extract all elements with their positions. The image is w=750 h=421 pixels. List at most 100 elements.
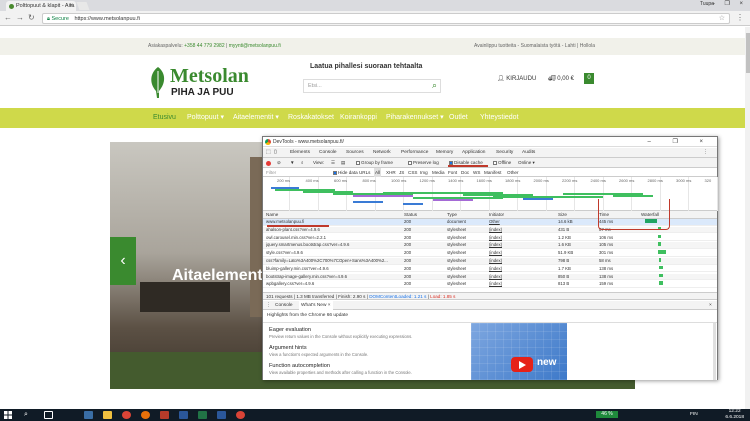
cart-link[interactable]: 🚚︎ 0,00 € [548, 75, 574, 82]
filter-icon[interactable]: ▼ [290, 158, 295, 168]
task-view-icon[interactable] [44, 411, 53, 419]
page-scrollbar-thumb[interactable] [745, 33, 750, 73]
drawer-close-icon[interactable]: × [709, 301, 712, 310]
request-initiator[interactable]: (index) [489, 281, 502, 288]
reload-icon[interactable]: ↻ [28, 13, 35, 22]
drawer-tab-whats-new[interactable]: What's New × [299, 301, 333, 310]
filter-type-css[interactable]: CSS [408, 168, 417, 177]
windows-start-icon[interactable] [4, 411, 12, 419]
clock[interactable]: 12:22 6.6.2018 [725, 409, 744, 421]
window-controls[interactable]: – ❐ × [711, 0, 747, 7]
search-icon[interactable]: ⌕ [432, 80, 437, 91]
network-request-row[interactable]: css?family=Lato%3A400%2C700%7COpen+Sans%… [263, 258, 717, 265]
site-search-input[interactable]: Etsi... ⌕ [303, 79, 441, 93]
omnibox[interactable]: 🔒︎ Secure https://www.metsolanpuu.fi ☆ [42, 13, 730, 24]
filter-type-manifest[interactable]: Manifest [484, 168, 501, 177]
nav-etusivu[interactable]: Etusivu [153, 108, 176, 128]
tab-security[interactable]: Security [496, 148, 513, 158]
network-request-row[interactable]: owl.carousel.min.css?ver=2.2.1 200 stylesh… [263, 234, 717, 242]
back-arrow-icon[interactable]: ← [4, 13, 12, 22]
filter-type-ws[interactable]: WS [473, 168, 480, 177]
filter-type-doc[interactable]: Doc [461, 168, 469, 177]
cart-count-badge[interactable]: 0 [584, 73, 594, 84]
tab-close-icon[interactable]: × [69, 1, 73, 11]
tab-application[interactable]: Application [462, 148, 485, 158]
devtools-window-controls[interactable]: – ❐ × [647, 137, 713, 147]
whats-new-video-thumbnail[interactable]: new [471, 323, 567, 380]
request-initiator[interactable]: (index) [489, 227, 502, 234]
page-scrollbar[interactable] [745, 27, 750, 409]
preserve-log-checkbox[interactable]: Preserve log [408, 158, 439, 168]
nav-koirankoppi[interactable]: Koirankoppi [340, 108, 377, 128]
tab-sources[interactable]: Sources [346, 148, 364, 158]
filter-type-img[interactable]: Img [420, 168, 428, 177]
request-initiator[interactable]: (index) [489, 250, 502, 257]
feature-eager-eval[interactable]: Eager evaluation Preview return values i… [269, 327, 412, 339]
filter-type-font[interactable]: Font [448, 168, 457, 177]
col-status[interactable]: Status [404, 211, 417, 219]
search-icon[interactable]: ⌕ [301, 158, 304, 168]
feature-function-autocompletion[interactable]: Function autocompletion View available p… [269, 363, 412, 375]
col-type[interactable]: Type [447, 211, 457, 219]
tab-audits[interactable]: Audits [522, 148, 535, 158]
request-initiator[interactable]: (index) [489, 242, 502, 249]
forward-arrow-icon[interactable]: → [16, 13, 24, 22]
hide-data-urls-checkbox[interactable]: Hide data URLs [333, 168, 370, 177]
feature-argument-hints[interactable]: Argument hints View a function's expecte… [269, 345, 368, 357]
word-icon[interactable] [217, 411, 226, 419]
contact-phone-link[interactable]: +358 44 779 2982 [184, 43, 224, 49]
search-icon[interactable]: ⌕ [24, 411, 33, 419]
col-name[interactable]: Name [266, 211, 278, 219]
nav-polttopuut[interactable]: Polttopuut ▾ [187, 108, 224, 128]
contact-email-link[interactable]: myynti@metsolanpuu.fi [229, 43, 281, 49]
browser-menu-icon[interactable]: ⋮ [736, 13, 744, 22]
firefox-icon[interactable] [141, 411, 150, 419]
request-initiator[interactable]: (index) [489, 235, 502, 242]
nav-roskakatokset[interactable]: Roskakatokset [288, 108, 334, 128]
throttle-select[interactable]: Online ▾ [518, 158, 535, 168]
nav-outlet[interactable]: Outlet [449, 108, 468, 128]
chrome-icon[interactable] [122, 411, 131, 419]
request-initiator[interactable]: (index) [489, 258, 502, 265]
record-icon[interactable] [266, 160, 271, 166]
excel-icon[interactable] [198, 411, 207, 419]
filter-type-all[interactable]: All [374, 168, 382, 177]
large-rows-icon[interactable]: ☰ [331, 158, 335, 168]
login-link[interactable]: 👤︎ KIRJAUDU [497, 75, 536, 82]
network-request-row[interactable]: jquery.smartmenus.bootstrap.css?ver=4.9.… [263, 242, 717, 249]
tab-memory[interactable]: Memory [436, 148, 453, 158]
slider-prev-button[interactable]: ‹ [110, 237, 136, 285]
network-request-row[interactable]: bluimp-gallery.min.css?ver=4.9.6 200 style… [263, 265, 717, 273]
col-initiator[interactable]: Initiator [489, 211, 504, 219]
drawer-tab-console[interactable]: Console [275, 301, 293, 310]
nav-yhteystiedot[interactable]: Yhteystiedot [480, 108, 519, 128]
bookmark-star-icon[interactable]: ☆ [719, 14, 725, 24]
language-indicator[interactable]: FIN [690, 412, 698, 417]
browser-tab[interactable]: Polttopuut & klapit - Aita × [6, 1, 76, 11]
outlook-icon[interactable] [179, 411, 188, 419]
battery-indicator[interactable]: 46 % [596, 411, 618, 418]
tab-console[interactable]: Console [319, 148, 337, 158]
drawer-menu-icon[interactable]: ⋮ [266, 301, 271, 310]
youtube-play-icon[interactable] [511, 357, 533, 372]
nav-aitaelementit[interactable]: Aitaelementit ▾ [233, 108, 279, 128]
site-logo[interactable]: Metsolan PIHA JA PUU [148, 65, 268, 101]
overview-icon[interactable]: ▤ [341, 158, 345, 168]
filter-type-js[interactable]: JS [399, 168, 404, 177]
request-initiator[interactable]: (index) [489, 266, 502, 273]
col-size[interactable]: Size [558, 211, 567, 219]
offline-checkbox[interactable]: Offline [493, 158, 511, 168]
network-request-row[interactable]: wpbgallery.css?ver=4.9.6 200 stylesheet (in… [263, 281, 717, 288]
network-request-row[interactable]: style.css?ver=4.9.6 200 stylesheet (index) 5… [263, 250, 717, 257]
network-request-row[interactable]: bootstrap-image-gallery.min.css?ver=4.9.… [263, 273, 717, 281]
calculator-icon[interactable] [84, 411, 93, 419]
filter-type-other[interactable]: Other [507, 168, 519, 177]
filter-input[interactable]: Filter [266, 168, 276, 177]
clear-icon[interactable]: ⊘ [277, 158, 281, 168]
powerpoint-icon[interactable] [160, 411, 169, 419]
devtools-menu-icon[interactable]: ⋮ [703, 148, 708, 158]
filter-type-media[interactable]: Media [432, 168, 445, 177]
inspect-icon[interactable]: ⬚ [266, 148, 271, 158]
filter-type-xhr[interactable]: XHR [386, 168, 396, 177]
request-initiator[interactable]: Other [489, 219, 500, 226]
